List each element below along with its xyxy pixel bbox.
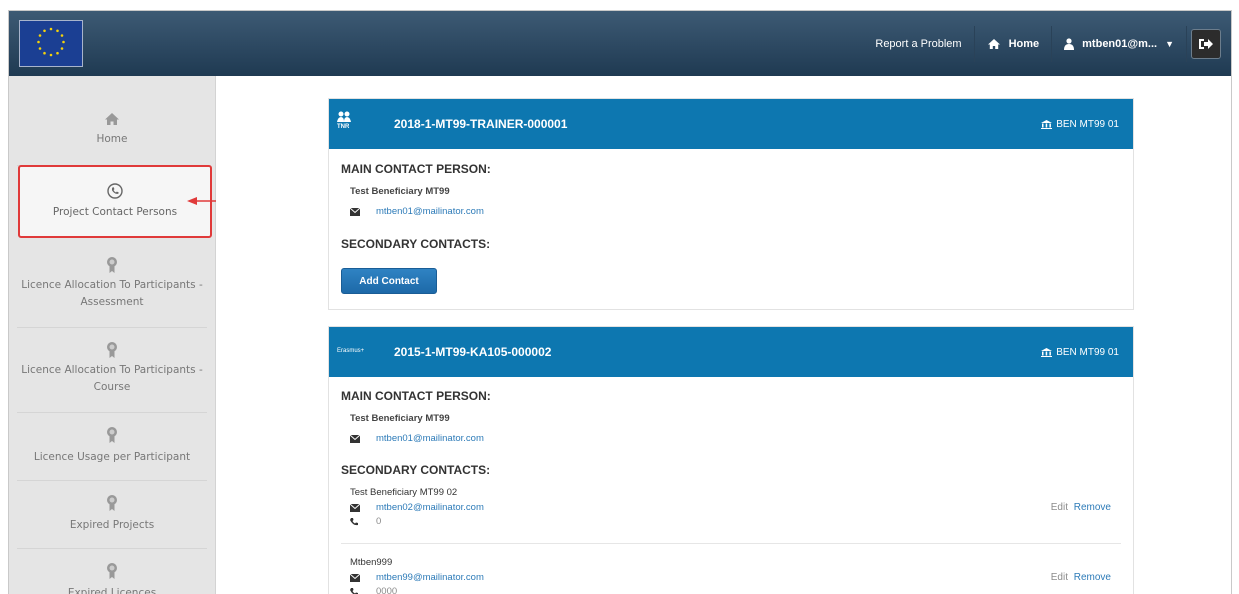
sidebar-item-expired-licences[interactable]: Expired Licences	[17, 552, 207, 594]
secondary-contacts-heading: SECONDARY CONTACTS:	[341, 237, 491, 251]
envelope-icon	[350, 503, 376, 512]
user-icon	[1064, 37, 1075, 50]
top-navbar: Report a Problem Home mtben01@m... ▼	[9, 11, 1231, 76]
report-problem-label: Report a Problem	[875, 37, 962, 50]
contact-email-link[interactable]: mtben02@mailinator.com	[376, 502, 484, 513]
contact-email-link[interactable]: mtben01@mailinator.com	[376, 206, 484, 217]
app-frame: Report a Problem Home mtben01@m... ▼ Hom…	[8, 10, 1232, 594]
sidebar-item-label: Licence Allocation To Participants - Ass…	[21, 279, 203, 308]
secondary-contact-name: Mtben999	[350, 557, 393, 568]
contact-phone-line: 0	[350, 516, 381, 527]
main-contact-heading: MAIN CONTACT PERSON:	[341, 162, 491, 176]
contact-divider	[341, 543, 1121, 544]
ribbon-icon	[17, 494, 207, 515]
contact-phone: 0	[376, 516, 382, 527]
project-card-header: TNR 2018-1-MT99-TRAINER-000001 BEN MT99 …	[329, 99, 1133, 149]
organisation-code: BEN MT99 01	[1056, 119, 1119, 130]
remove-contact-link[interactable]: Remove	[1074, 502, 1111, 513]
caret-down-icon: ▼	[1165, 38, 1174, 49]
contact-phone: 0000	[376, 586, 398, 594]
remove-contact-link[interactable]: Remove	[1074, 572, 1111, 583]
contact-name: Test Beneficiary MT99	[350, 186, 450, 197]
main-content: TNR 2018-1-MT99-TRAINER-000001 BEN MT99 …	[216, 76, 1231, 594]
sidebar-item-label: Licence Usage per Participant	[33, 451, 191, 463]
ribbon-icon	[17, 341, 207, 362]
home-label: Home	[1008, 37, 1040, 50]
sidebar-item-label: Licence Allocation To Participants - Cou…	[21, 364, 203, 393]
home-link[interactable]: Home	[975, 11, 1052, 76]
organisation-label: BEN MT99 01	[1041, 347, 1119, 358]
sidebar-item-label: Home	[96, 133, 128, 145]
contact-email-line: mtben02@mailinator.com	[350, 502, 484, 513]
sidebar-item-home[interactable]: Home	[17, 98, 207, 166]
report-problem-link[interactable]: Report a Problem	[863, 11, 973, 76]
sign-out-icon	[1199, 38, 1213, 49]
project-id: 2015-1-MT99-KA105-000002	[394, 345, 552, 359]
edit-contact-link[interactable]: Edit	[1051, 572, 1068, 583]
contact-phone-line: 0000	[350, 586, 397, 594]
project-card: Erasmus+ 2015-1-MT99-KA105-000002 BEN MT…	[328, 326, 1134, 594]
secondary-contact-name: Test Beneficiary MT99 02	[350, 487, 458, 498]
program-logo-label: TNR	[337, 124, 350, 130]
user-menu[interactable]: mtben01@m... ▼	[1052, 11, 1186, 76]
user-email-label: mtben01@m...	[1082, 37, 1158, 50]
sidebar: Home Project Contact Persons Licence All…	[9, 76, 216, 594]
project-card: TNR 2018-1-MT99-TRAINER-000001 BEN MT99 …	[328, 98, 1134, 310]
nav-divider	[1186, 25, 1187, 62]
envelope-icon	[350, 434, 376, 443]
sidebar-item-label: Project Contact Persons	[52, 206, 178, 218]
sidebar-item-label: Expired Projects	[69, 519, 155, 531]
phone-icon	[20, 183, 210, 202]
institution-icon	[1041, 120, 1053, 129]
ribbon-icon	[17, 562, 207, 583]
sidebar-item-project-contact-persons[interactable]: Project Contact Persons	[18, 165, 212, 238]
envelope-icon	[350, 573, 376, 582]
phone-icon	[350, 517, 376, 526]
contact-email-line: mtben99@mailinator.com	[350, 572, 484, 583]
organisation-code: BEN MT99 01	[1056, 347, 1119, 358]
contact-email-link[interactable]: mtben01@mailinator.com	[376, 433, 484, 444]
contact-actions: Edit Remove	[1051, 502, 1111, 513]
project-card-header: Erasmus+ 2015-1-MT99-KA105-000002 BEN MT…	[329, 327, 1133, 377]
edit-contact-link[interactable]: Edit	[1051, 502, 1068, 513]
contact-email-link[interactable]: mtben99@mailinator.com	[376, 572, 484, 583]
contact-name: Test Beneficiary MT99	[350, 413, 450, 424]
sidebar-item-expired-projects[interactable]: Expired Projects	[17, 484, 207, 549]
organisation-label: BEN MT99 01	[1041, 119, 1119, 130]
sidebar-item-licence-usage[interactable]: Licence Usage per Participant	[17, 416, 207, 481]
logout-button[interactable]	[1191, 28, 1221, 59]
contact-actions: Edit Remove	[1051, 572, 1111, 583]
ribbon-icon	[17, 256, 207, 277]
sidebar-item-licence-allocation-assessment[interactable]: Licence Allocation To Participants - Ass…	[17, 246, 207, 328]
secondary-contacts-heading: SECONDARY CONTACTS:	[341, 463, 491, 477]
home-icon	[17, 112, 207, 129]
sidebar-item-label: Expired Licences	[67, 587, 157, 594]
envelope-icon	[350, 207, 376, 216]
program-logo: TNR	[337, 111, 351, 130]
program-logo: Erasmus+	[337, 348, 365, 354]
sidebar-item-licence-allocation-course[interactable]: Licence Allocation To Participants - Cou…	[17, 331, 207, 413]
home-icon	[987, 38, 1001, 50]
ribbon-icon	[17, 426, 207, 447]
add-contact-button[interactable]: Add Contact	[341, 268, 437, 294]
main-contact-heading: MAIN CONTACT PERSON:	[341, 389, 491, 403]
institution-icon	[1041, 348, 1053, 357]
navbar-right: Report a Problem Home mtben01@m... ▼	[863, 11, 1231, 76]
project-id: 2018-1-MT99-TRAINER-000001	[394, 117, 568, 131]
eu-flag-logo[interactable]	[19, 20, 83, 67]
phone-icon	[350, 587, 376, 594]
contact-email-line: mtben01@mailinator.com	[350, 206, 484, 217]
contact-email-line: mtben01@mailinator.com	[350, 433, 484, 444]
